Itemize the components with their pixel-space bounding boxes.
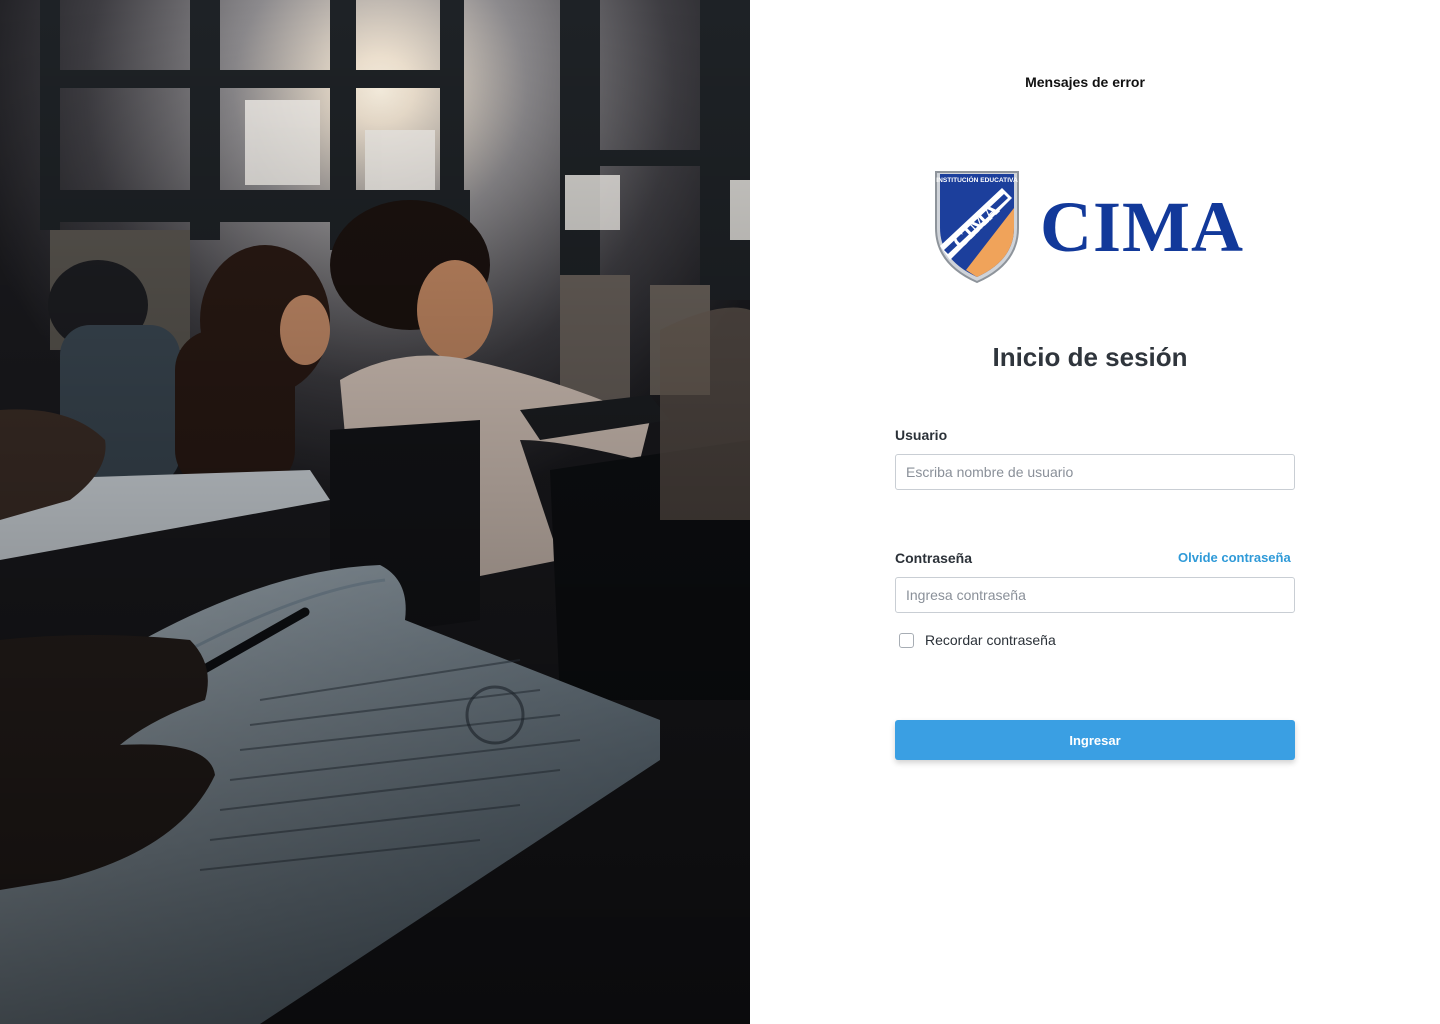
shield-top-text: INSTITUCIÓN EDUCATIVA [936, 175, 1018, 184]
error-messages-label: Mensajes de error [1025, 74, 1145, 90]
remember-password-label: Recordar contraseña [925, 632, 1056, 648]
brand-logo: INSTITUCIÓN EDUCATIVA CIMA CIMA [932, 168, 1252, 286]
password-label: Contraseña [895, 550, 973, 566]
login-panel: Mensajes de error INSTITUCIÓN EDUCATIVA … [750, 0, 1440, 1024]
shield-logo-icon: INSTITUCIÓN EDUCATIVA CIMA [935, 171, 1019, 284]
page-title: Inicio de sesión [992, 342, 1188, 372]
hero-classroom-photo [0, 0, 750, 1024]
username-label: Usuario [895, 427, 948, 443]
brand-wordmark: CIMA [1040, 187, 1244, 267]
username-input[interactable] [895, 454, 1295, 490]
remember-password-checkbox[interactable] [899, 632, 914, 648]
login-submit-button[interactable]: Ingresar [895, 720, 1295, 760]
forgot-password-link[interactable]: Olvide contraseña [1178, 550, 1291, 565]
password-input[interactable] [895, 577, 1295, 613]
remember-password-row[interactable]: Recordar contraseña [899, 632, 1056, 648]
